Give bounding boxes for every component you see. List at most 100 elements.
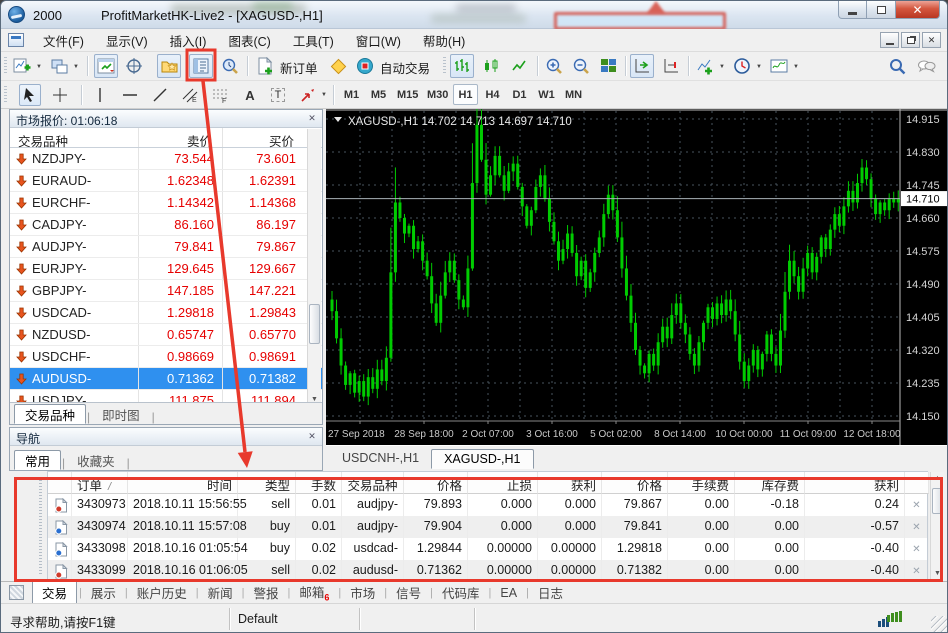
- autotrading-label[interactable]: 自动交易: [380, 58, 430, 77]
- scrollbar-thumb[interactable]: [309, 304, 320, 344]
- autotrading-button[interactable]: [353, 54, 377, 78]
- market-watch-scrollbar[interactable]: ▼: [307, 129, 321, 406]
- market-watch-row[interactable]: GBPJPY- 147.185 147.221: [10, 280, 322, 302]
- orders-column-header[interactable]: 时间: [128, 472, 238, 494]
- timeframe-m1[interactable]: M1: [339, 84, 364, 105]
- search-button[interactable]: [885, 54, 909, 78]
- market-watch-row[interactable]: AUDJPY- 79.841 79.867: [10, 236, 322, 258]
- dropdown-caret-icon[interactable]: ▼: [791, 62, 801, 72]
- menu-item-4[interactable]: 工具(T): [282, 32, 345, 52]
- menu-item-1[interactable]: 显示(V): [95, 32, 159, 52]
- close-order-icon[interactable]: ✕: [912, 500, 920, 511]
- terminal-tab-5[interactable]: 邮箱6: [290, 580, 338, 605]
- terminal-tab-3[interactable]: 新闻: [199, 581, 242, 604]
- dropdown-caret-icon[interactable]: ▼: [71, 62, 81, 72]
- terminal-tab-1[interactable]: 展示: [82, 581, 125, 604]
- dropdown-caret-icon[interactable]: ▼: [319, 90, 329, 100]
- tile-windows-button[interactable]: [596, 54, 620, 78]
- status-profile[interactable]: Default: [238, 612, 278, 626]
- equidistant-channel-tool[interactable]: E: [179, 84, 201, 106]
- navigator-header[interactable]: 导航 ✕: [10, 428, 322, 446]
- close-order-icon[interactable]: ✕: [912, 544, 920, 555]
- scroll-down-icon[interactable]: ▼: [931, 567, 944, 580]
- terminal-tab-8[interactable]: 代码库: [433, 581, 489, 604]
- market-watch-row[interactable]: NZDUSD- 0.65747 0.65770: [10, 324, 322, 346]
- market-watch-header[interactable]: 市场报价: 01:06:18 ✕: [10, 110, 322, 128]
- market-watch-row[interactable]: NZDJPY- 73.544 73.601: [10, 148, 322, 170]
- crosshair-tool[interactable]: [49, 84, 71, 106]
- zoom-in-button[interactable]: [542, 54, 566, 78]
- market-watch-tab-交易品种[interactable]: 交易品种: [14, 404, 87, 424]
- auto-scroll-button[interactable]: [659, 54, 683, 78]
- market-watch-column-headers[interactable]: 交易品种 卖价 买价 ▲: [10, 128, 322, 149]
- market-watch-row[interactable]: AUDUSD- 0.71362 0.71382: [10, 368, 322, 390]
- market-watch-button[interactable]: [94, 54, 118, 78]
- chart-close-button[interactable]: ✕: [922, 32, 941, 48]
- navigator-tab-收藏夹[interactable]: 收藏夹: [66, 450, 126, 470]
- window-close-button[interactable]: ✕: [895, 1, 940, 19]
- timeframe-m30[interactable]: M30: [423, 84, 452, 105]
- dropdown-caret-icon[interactable]: ▼: [754, 62, 764, 72]
- dropdown-caret-icon[interactable]: ▼: [34, 62, 44, 72]
- trendline-tool[interactable]: [149, 84, 171, 106]
- terminal-panel-icon[interactable]: [9, 585, 24, 600]
- window-maximize-button[interactable]: [867, 1, 895, 19]
- market-watch-row[interactable]: EURJPY- 129.645 129.667: [10, 258, 322, 280]
- close-order-icon[interactable]: ✕: [912, 522, 920, 533]
- price-chart[interactable]: 14.915 14.830 14.745 14.660 14.575 14.490 14.4…: [326, 109, 948, 445]
- text-label-tool[interactable]: T: [267, 84, 289, 106]
- periods-button[interactable]: [730, 54, 754, 78]
- chat-button[interactable]: [914, 54, 938, 78]
- zoom-out-button[interactable]: [569, 54, 593, 78]
- market-watch-row[interactable]: USDCHF- 0.98669 0.98691: [10, 346, 322, 368]
- navigator-button[interactable]: [157, 54, 181, 78]
- terminal-tab-10[interactable]: 日志: [529, 581, 572, 604]
- timeframe-h4[interactable]: H4: [480, 84, 505, 105]
- chart-tab-USDCNHH1[interactable]: USDCNH-,H1: [330, 449, 431, 469]
- menu-item-0[interactable]: 文件(F): [32, 32, 95, 52]
- terminal-scrollbar[interactable]: ▲ ▼: [930, 472, 944, 580]
- arrows-tool[interactable]: [297, 84, 319, 106]
- timeframe-d1[interactable]: D1: [507, 84, 532, 105]
- window-minimize-button[interactable]: [838, 1, 867, 19]
- orders-column-header[interactable]: 库存费: [735, 472, 805, 494]
- orders-column-header[interactable]: [905, 472, 929, 494]
- orders-column-header[interactable]: 订单 /: [72, 472, 128, 494]
- menu-item-3[interactable]: 图表(C): [217, 32, 281, 52]
- resize-grip[interactable]: [931, 616, 947, 632]
- market-watch-row[interactable]: CADJPY- 86.160 86.197: [10, 214, 322, 236]
- timeframe-mn[interactable]: MN: [561, 84, 586, 105]
- navigator-tab-常用[interactable]: 常用: [14, 450, 62, 470]
- data-window-button[interactable]: [122, 54, 146, 78]
- vertical-line-tool[interactable]: [89, 84, 111, 106]
- horizontal-line-tool[interactable]: [119, 84, 141, 106]
- order-close-button[interactable]: ✕: [905, 516, 929, 538]
- orders-column-header[interactable]: 手续费: [668, 472, 735, 494]
- chart-tab-XAGUSDH1[interactable]: XAGUSD-,H1: [431, 449, 534, 469]
- order-close-button[interactable]: ✕: [905, 560, 929, 582]
- strategy-tester-button[interactable]: [218, 54, 242, 78]
- fibonacci-tool[interactable]: F: [209, 84, 231, 106]
- orders-column-header[interactable]: 获利: [805, 472, 905, 494]
- menu-item-6[interactable]: 帮助(H): [412, 32, 476, 52]
- terminal-tab-6[interactable]: 市场: [341, 581, 384, 604]
- new-order-button[interactable]: [253, 54, 277, 78]
- new-chart-button[interactable]: [10, 54, 34, 78]
- scrollbar-thumb[interactable]: [932, 488, 943, 514]
- orders-column-header[interactable]: 价格: [404, 472, 468, 494]
- orders-column-header[interactable]: 类型: [238, 472, 296, 494]
- timeframe-w1[interactable]: W1: [534, 84, 559, 105]
- templates-button[interactable]: [767, 54, 791, 78]
- title-bar[interactable]: 2000 ProfitMarketHK-Live2 - [XAGUSD-,H1]…: [1, 1, 947, 30]
- line-chart-button[interactable]: [508, 54, 532, 78]
- text-tool[interactable]: A: [239, 84, 261, 106]
- cursor-tool[interactable]: [19, 84, 41, 106]
- profiles-button[interactable]: [47, 54, 71, 78]
- panel-close-icon[interactable]: ✕: [306, 112, 318, 124]
- orders-column-header[interactable]: 交易品种: [342, 472, 404, 494]
- panel-close-icon[interactable]: ✕: [306, 430, 318, 442]
- terminal-tab-2[interactable]: 账户历史: [128, 581, 196, 604]
- candlestick-chart-button[interactable]: [479, 54, 503, 78]
- order-close-button[interactable]: ✕: [905, 494, 929, 516]
- orders-column-header[interactable]: 止损: [468, 472, 538, 494]
